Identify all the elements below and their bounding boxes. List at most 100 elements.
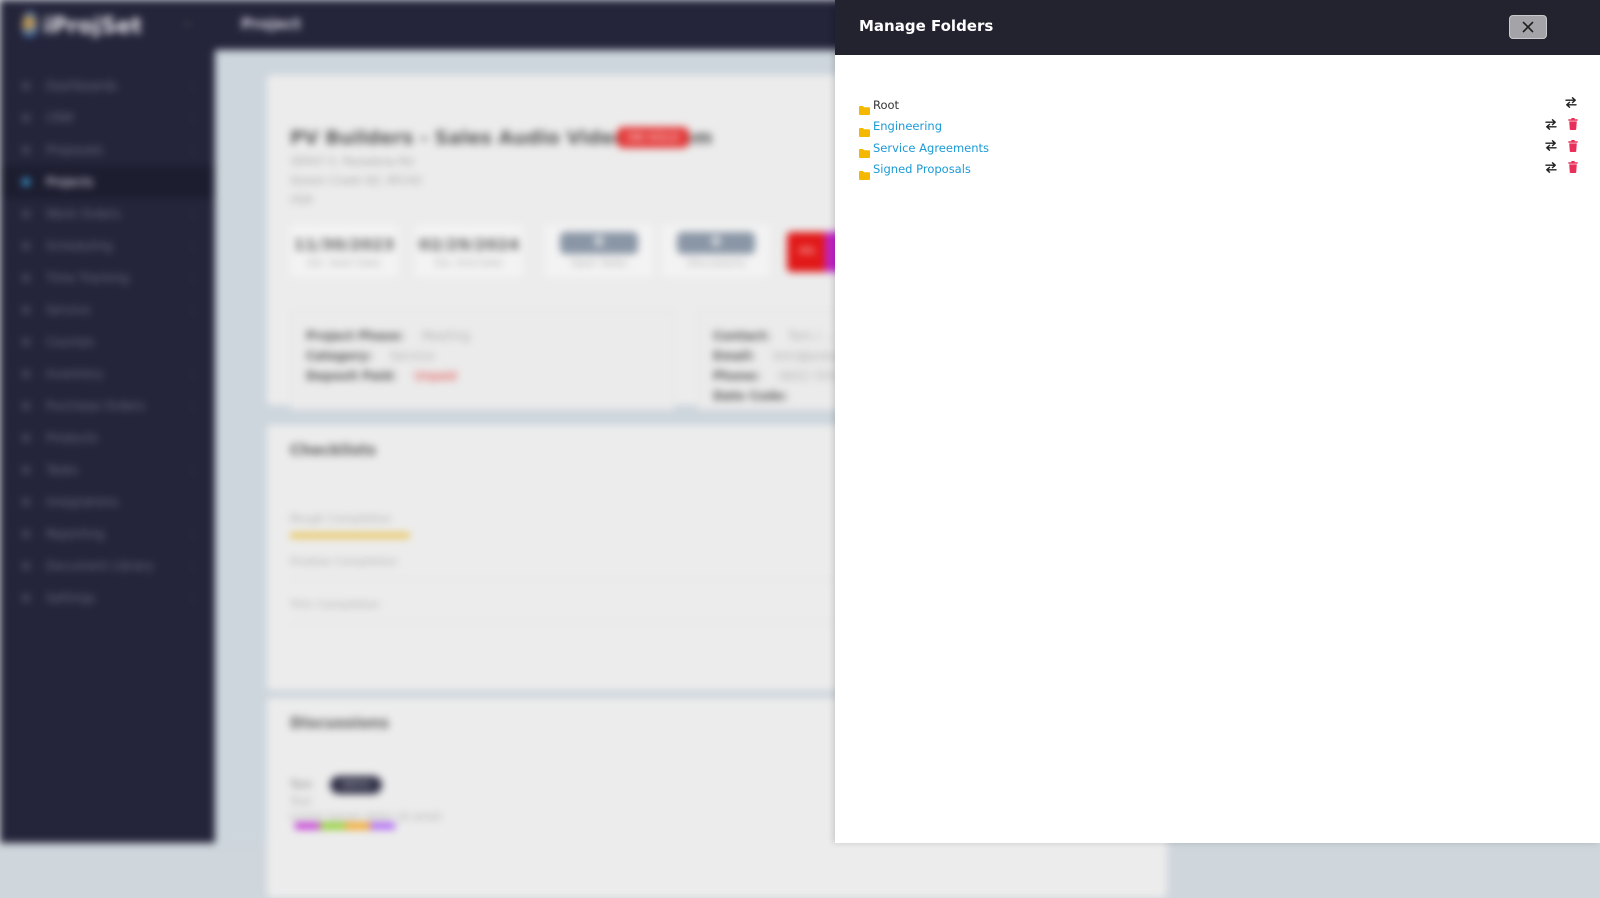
sidebar-item[interactable]: Scheduling ›	[0, 230, 215, 262]
discussion-author: Tom	[290, 778, 312, 791]
stat-end-date: 02/29/2024 Est. End Date	[415, 225, 523, 277]
project-info-left: Project Phase:Meeting Category:Service D…	[290, 310, 675, 410]
folder-name-root: Root	[873, 98, 899, 112]
discussion-line-1: Test	[290, 795, 312, 808]
info-row-deposit: Deposit Paid:Unpaid	[306, 369, 659, 389]
nav-item-icon	[22, 402, 30, 410]
manage-folders-panel: Manage Folders Root Engineering Service Ag…	[835, 0, 1600, 843]
sidebar-item[interactable]: Purchase Orders ›	[0, 390, 215, 422]
sidebar-item[interactable]: Proposals ›	[0, 134, 215, 166]
folder-link[interactable]: Service Agreements	[873, 141, 989, 155]
close-button[interactable]	[1509, 15, 1547, 39]
address-line-1: 30507 S. Pasadena Rd	[290, 155, 413, 168]
panel-header: Manage Folders	[835, 0, 1600, 55]
discussion-role-badge: Admin	[330, 776, 382, 794]
discussions-title: Discussions	[290, 714, 389, 732]
stat-value: 0	[560, 232, 638, 254]
stat-start-date: 11/30/2023 Est. Start Date	[290, 225, 398, 277]
folder-actions	[1544, 118, 1579, 131]
checklist-row[interactable]: Finalize Completion	[290, 555, 850, 568]
nav-item-icon	[22, 498, 30, 506]
sidebar-item-label: Scheduling	[46, 239, 112, 253]
folder-icon	[859, 143, 870, 152]
folder-link[interactable]: Engineering	[873, 119, 942, 133]
sidebar-item[interactable]: Service›	[0, 294, 215, 326]
stat-open-tasks[interactable]: 0 Open Tasks	[545, 225, 653, 277]
nav-item-icon	[22, 530, 30, 538]
delete-folder-icon[interactable]	[1566, 118, 1579, 131]
folder-actions	[1564, 96, 1577, 109]
sidebar-item[interactable]: Reporting›	[0, 518, 215, 550]
sidebar-item[interactable]: Inventory›	[0, 358, 215, 390]
stat-discussions[interactable]: 0 Discussions	[662, 225, 770, 277]
chevron-right-icon: ›	[191, 241, 195, 252]
sidebar-item[interactable]: Work Orders›	[0, 198, 215, 230]
chevron-right-icon: ›	[191, 593, 195, 604]
sidebar-item[interactable]: Time Tracking›	[0, 262, 215, 294]
sidebar-item-label: Settings	[46, 591, 95, 605]
close-icon	[1522, 21, 1534, 33]
sidebar-item-label: Work Orders	[46, 207, 121, 221]
folder-row: Root	[859, 94, 1579, 116]
checklist-row[interactable]: Trim Completion	[290, 598, 850, 611]
nav-item-icon	[22, 562, 30, 570]
move-folder-icon[interactable]	[1564, 96, 1577, 109]
checklist-progress-bar	[290, 533, 410, 538]
chevron-right-icon: ›	[191, 145, 195, 156]
folder-row: Engineering	[859, 116, 1579, 138]
sidebar-item-label: Inventory	[46, 367, 103, 381]
chevron-right-icon: ›	[191, 305, 195, 316]
sidebar: iProjSet « Dashboards›CRM›Proposals›Proj…	[0, 0, 215, 843]
sidebar-item[interactable]: Projects	[0, 166, 215, 198]
info-row-category: Category:Service	[306, 349, 659, 369]
sidebar-item-label: Projects	[46, 175, 93, 189]
chevron-right-icon: ›	[191, 561, 195, 572]
sidebar-item[interactable]: Products	[0, 422, 215, 454]
sidebar-item-label: Proposals	[46, 143, 103, 157]
page-title: Project	[241, 15, 301, 33]
sidebar-item[interactable]: Settings ›	[0, 582, 215, 614]
sidebar-item-label: Dashboards	[46, 79, 117, 93]
folder-link[interactable]: Signed Proposals	[873, 162, 971, 176]
nav-item-icon	[22, 370, 30, 378]
sidebar-item-label: Courses	[46, 335, 94, 349]
sidebar-item-label: Purchase Orders	[46, 399, 145, 413]
checklist-row[interactable]: Rough Completion	[290, 512, 850, 525]
move-folder-icon[interactable]	[1544, 161, 1557, 174]
folder-row: Service Agreements	[859, 137, 1579, 159]
info-row-phase: Project Phase:Meeting	[306, 329, 659, 349]
panel-title: Manage Folders	[859, 17, 993, 35]
stat-label: Open Tasks	[545, 258, 653, 269]
nav-item-icon	[22, 178, 30, 186]
folder-list: Root Engineering Service Agreements Signed …	[859, 94, 1579, 180]
sidebar-item[interactable]: Dashboards›	[0, 70, 215, 102]
folder-icon	[859, 165, 870, 174]
stat-label: Est. Start Date	[290, 258, 398, 269]
delete-folder-icon[interactable]	[1566, 139, 1579, 152]
sidebar-item[interactable]: Tasks›	[0, 454, 215, 486]
chevron-right-icon: ›	[191, 273, 195, 284]
sidebar-item-label: Tasks	[46, 463, 78, 477]
completion-indicator: 0%	[787, 232, 827, 272]
sidebar-item[interactable]: Document Library›	[0, 550, 215, 582]
nav-item-icon	[22, 594, 30, 602]
sidebar-nav: Dashboards›CRM›Proposals›ProjectsWork Or…	[0, 70, 215, 614]
nav-item-icon	[22, 82, 30, 90]
move-folder-icon[interactable]	[1544, 118, 1557, 131]
sidebar-item[interactable]: CRM›	[0, 102, 215, 134]
stat-value: 11/30/2023	[290, 235, 398, 254]
sidebar-item[interactable]: Courses	[0, 326, 215, 358]
sidebar-item-label: Integrations	[46, 495, 118, 509]
stat-value: 0	[677, 232, 755, 254]
chevron-right-icon: ›	[191, 113, 195, 124]
sidebar-collapse-icon[interactable]: «	[183, 16, 192, 32]
nav-item-icon	[22, 466, 30, 474]
sidebar-item[interactable]: Integrations	[0, 486, 215, 518]
nav-item-icon	[22, 114, 30, 122]
nav-item-icon	[22, 274, 30, 282]
chevron-right-icon: ›	[191, 401, 195, 412]
delete-folder-icon[interactable]	[1566, 161, 1579, 174]
move-folder-icon[interactable]	[1544, 139, 1557, 152]
nav-item-icon	[22, 146, 30, 154]
discussion-line-2: Lorem ipsum dolor sit amet	[290, 810, 442, 823]
